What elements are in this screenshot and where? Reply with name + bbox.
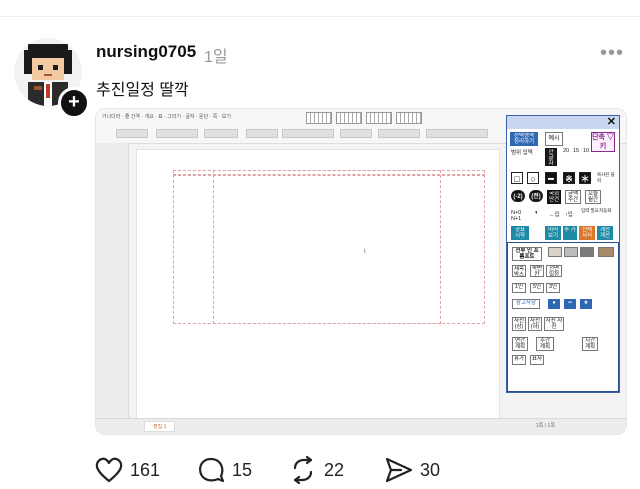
panel-button[interactable]: 오늘 월간 — [585, 190, 601, 204]
ribbon-text: 가나다라 · 줄 간격 · 개요 · 표 · 그리기 · 글자 · 문단 · 쪽… — [102, 114, 231, 120]
follow-plus-icon[interactable]: + — [58, 87, 90, 119]
close-icon[interactable]: ✕ — [607, 116, 616, 129]
panel-button[interactable]: 주간 계획 — [536, 337, 554, 351]
format-toolbar — [96, 129, 506, 139]
panel-button[interactable]: 참고사항 — [512, 299, 540, 309]
top-divider — [0, 16, 640, 17]
table-style-icon — [366, 112, 392, 124]
panel-button[interactable]: 사진 사진 — [544, 317, 564, 331]
square-icon[interactable]: □ — [511, 172, 523, 184]
panel-button[interactable]: 선택영역 정리하기 — [510, 132, 538, 146]
panel-button[interactable]: 5인 — [530, 283, 544, 293]
comment-button[interactable]: 15 — [197, 455, 252, 485]
panel-button[interactable]: 휴가 — [512, 355, 526, 365]
panel-button[interactable]: 제목 박스 — [512, 265, 526, 277]
panel-button[interactable]: 시간 계획 — [582, 337, 598, 351]
document-page — [136, 149, 500, 421]
text-cursor-icon: I — [364, 249, 366, 255]
panel-label: 범위 입력 — [511, 150, 533, 156]
panel-button[interactable]: 미리 보기 — [545, 226, 561, 240]
post-image-screenshot[interactable]: 가나다라 · 줄 간격 · 개요 · 표 · 그리기 · 글자 · 문단 · 쪽… — [95, 108, 627, 435]
panel-button[interactable]: 한 글 자 — [545, 148, 557, 166]
bar-icon[interactable]: ━ — [564, 299, 576, 309]
star-icon[interactable]: ★ — [580, 299, 592, 309]
post-time: 1일 — [204, 49, 228, 66]
panel-button[interactable]: 사진 (하) — [528, 317, 542, 331]
panel-button[interactable]: 예시 — [545, 132, 563, 146]
post-text: 추진일정 딸깍 — [96, 82, 189, 99]
panel-button[interactable]: 3인 — [546, 283, 560, 293]
post-actions: 161 15 22 30 — [0, 455, 640, 485]
panel-swatch[interactable] — [580, 247, 594, 257]
macro-panel: ✕ 선택영역 정리하기 예시 단축 ▽키 범위 입력 한 글 자 20 15 1… — [506, 115, 620, 393]
more-options-icon[interactable]: ••• — [600, 43, 624, 63]
panel-label: 입력 필요 — [581, 208, 599, 213]
panel-button[interactable]: 추 가 — [563, 226, 577, 240]
panel-header: ✕ — [507, 116, 619, 129]
like-count: 161 — [130, 459, 161, 480]
left-rail — [96, 143, 129, 418]
panel-label: ↑입 — [565, 212, 573, 218]
panel-button[interactable]: 전면 일정 — [546, 265, 562, 277]
panel-button[interactable]: 공표 시작 — [511, 226, 529, 240]
page-indicator: 1쪽 / 1쪽 — [536, 423, 555, 429]
comment-count: 15 — [232, 459, 253, 480]
panel-button[interactable]: 전부 인 프롬프트 — [512, 247, 542, 261]
page-guide — [213, 170, 441, 324]
bar-icon[interactable]: ━ — [545, 172, 557, 184]
panel-button[interactable]: 1인 — [512, 283, 526, 293]
reference-mark-icon[interactable]: ※ — [563, 172, 575, 184]
send-icon — [385, 457, 413, 483]
table-style-icon — [396, 112, 422, 124]
panel-swatch[interactable] — [564, 247, 578, 257]
panel-button[interactable]: 금액 주간 — [565, 190, 581, 204]
panel-swatch[interactable] — [598, 247, 614, 257]
panel-button[interactable]: 전체 서식 — [579, 226, 595, 240]
comment-icon — [199, 457, 225, 483]
panel-label: 15 — [573, 148, 580, 154]
table-style-icon — [306, 112, 332, 124]
circle-icon[interactable]: ○ — [527, 172, 539, 184]
table-style-icon — [336, 112, 362, 124]
panel-button[interactable]: (전) — [529, 190, 543, 202]
repost-icon — [293, 456, 313, 484]
page-guide — [173, 174, 485, 176]
share-count: 30 — [420, 459, 441, 480]
panel-button[interactable]: (-2) — [511, 190, 525, 202]
repost-count: 22 — [324, 459, 345, 480]
panel-label: ❜ — [535, 210, 538, 219]
panel-label: ←입 — [549, 212, 560, 218]
circle-icon[interactable]: ● — [548, 299, 560, 309]
panel-button[interactable]: 표자 — [530, 355, 544, 365]
panel-button[interactable]: 쪽번 칸 — [530, 265, 544, 277]
heart-icon — [95, 457, 123, 483]
panel-label: 복사된 블럭 — [597, 172, 615, 183]
panel-button[interactable]: 계산 계산 — [597, 226, 613, 240]
panel-label: 자동화 — [599, 208, 612, 213]
share-button[interactable]: 30 — [385, 455, 440, 485]
asterisk-icon[interactable]: ＊ — [579, 172, 591, 184]
repost-button[interactable]: 22 — [289, 455, 344, 485]
panel-section-2: 전부 인 프롬프트 제목 박스 쪽번 칸 전면 일정 1인 5인 3인 참고사항… — [507, 242, 619, 392]
panel-label: N+0 N+1 — [511, 210, 522, 222]
panel-label: 20 — [563, 148, 570, 154]
panel-swatch[interactable] — [548, 247, 562, 257]
sheet-tab: 편집 1 — [144, 421, 176, 432]
status-bar: 편집 1 1쪽 / 1쪽 — [96, 418, 626, 434]
username[interactable]: nursing0705 — [96, 42, 196, 62]
panel-button[interactable]: 국회 안건 — [547, 190, 561, 204]
panel-button[interactable]: 연간 계획 — [512, 337, 528, 351]
panel-button[interactable]: 사진 (상) — [512, 317, 526, 331]
like-button[interactable]: 161 — [95, 455, 160, 485]
panel-label: 10 — [583, 148, 590, 154]
panel-button[interactable]: 단축 ▽키 — [591, 132, 615, 152]
